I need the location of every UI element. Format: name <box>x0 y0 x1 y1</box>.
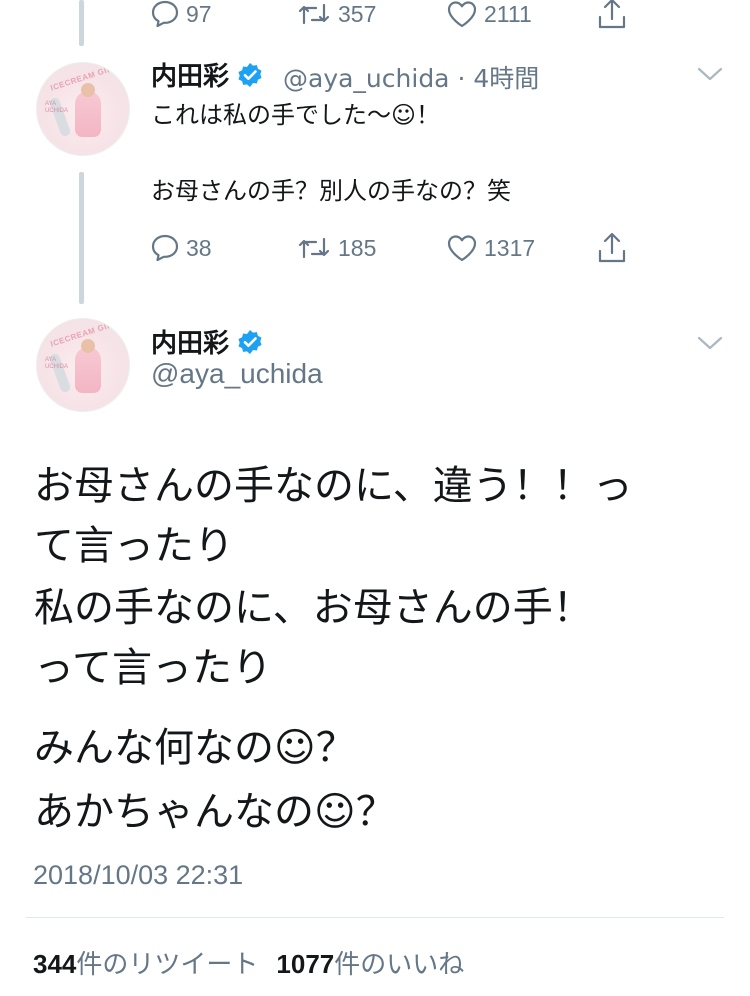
thread-line-middle <box>79 172 84 304</box>
retweet-icon <box>298 3 330 25</box>
avatar-figure <box>75 91 101 137</box>
avatar-figure <box>75 347 101 393</box>
handle[interactable]: @aya_uchida <box>151 358 323 390</box>
avatar-side-text: AYA UCHIDA <box>45 101 69 114</box>
tweet-text-line-2: て言ったり <box>34 523 234 569</box>
tweet-text-line-3: 私の手なのに、お母さんの手！ <box>34 585 593 631</box>
reply-icon <box>151 0 179 28</box>
tweet-timestamp[interactable]: 2018/10/03 22:31 <box>33 860 243 891</box>
share-icon <box>598 232 626 263</box>
like-button[interactable]: 2111 <box>446 0 596 29</box>
heart-icon <box>447 235 477 262</box>
tweet-text-line-4: って言ったり <box>34 645 272 691</box>
handle-time[interactable]: @aya_uchida · 4時間 <box>283 59 539 95</box>
likes-stat[interactable]: 1077件のいいね <box>276 949 464 980</box>
reply-count: 97 <box>186 0 212 27</box>
divider <box>26 917 724 918</box>
reply-icon <box>151 234 179 262</box>
prev-tweet-actions: 97 357 2111 <box>150 0 628 32</box>
reply-count: 38 <box>186 234 212 261</box>
like-count: 2111 <box>484 0 532 27</box>
avatar-side-text: AYA UCHIDA <box>45 357 69 370</box>
display-name[interactable]: 内田彩 <box>151 323 263 360</box>
retweet-button[interactable]: 357 <box>296 0 446 29</box>
share-button[interactable] <box>596 0 628 31</box>
reply-button[interactable]: 38 <box>150 233 296 263</box>
retweet-icon <box>298 237 330 259</box>
like-button[interactable]: 1317 <box>446 233 596 263</box>
reply-tweet-line-1: これは私の手でした〜☺！ <box>151 101 441 129</box>
reply-tweet-line-2: お母さんの手？別人の手なの？笑 <box>151 177 511 205</box>
tweet-stats: 344件のリツイート 1077件のいいね <box>33 944 464 981</box>
share-icon <box>598 0 626 29</box>
reply-button[interactable]: 97 <box>150 0 296 29</box>
chevron-down-icon[interactable] <box>697 64 723 84</box>
verified-badge-icon <box>238 62 262 87</box>
tweet-text-line-5: みんな何なの☺？ <box>34 725 356 771</box>
retweets-stat[interactable]: 344件のリツイート <box>33 949 258 980</box>
avatar[interactable]: ICECREAM GIRL AYA UCHIDA <box>36 62 130 156</box>
avatar[interactable]: ICECREAM GIRL AYA UCHIDA <box>36 318 130 412</box>
chevron-down-icon[interactable] <box>697 333 723 353</box>
thread-line-top <box>79 0 84 46</box>
share-button[interactable] <box>596 231 628 265</box>
verified-badge-icon <box>238 329 262 354</box>
tweet-text-line-1: お母さんの手なのに、違う！！っ <box>34 463 633 509</box>
avatar-head <box>81 83 95 97</box>
heart-icon <box>447 1 477 28</box>
retweet-button[interactable]: 185 <box>296 233 446 263</box>
like-count: 1317 <box>484 234 536 261</box>
reply-tweet-actions: 38 185 1317 <box>150 230 628 266</box>
retweet-count: 357 <box>338 0 377 27</box>
tweet-detail-screen: 97 357 2111 ICECREAM GIRL AYAUCHIDA 内田彩 <box>0 0 750 996</box>
retweet-count: 185 <box>338 234 377 261</box>
avatar-head <box>81 339 95 353</box>
tweet-text-line-6: あかちゃんなの☺？ <box>34 789 396 835</box>
display-name[interactable]: 内田彩 <box>151 56 263 93</box>
